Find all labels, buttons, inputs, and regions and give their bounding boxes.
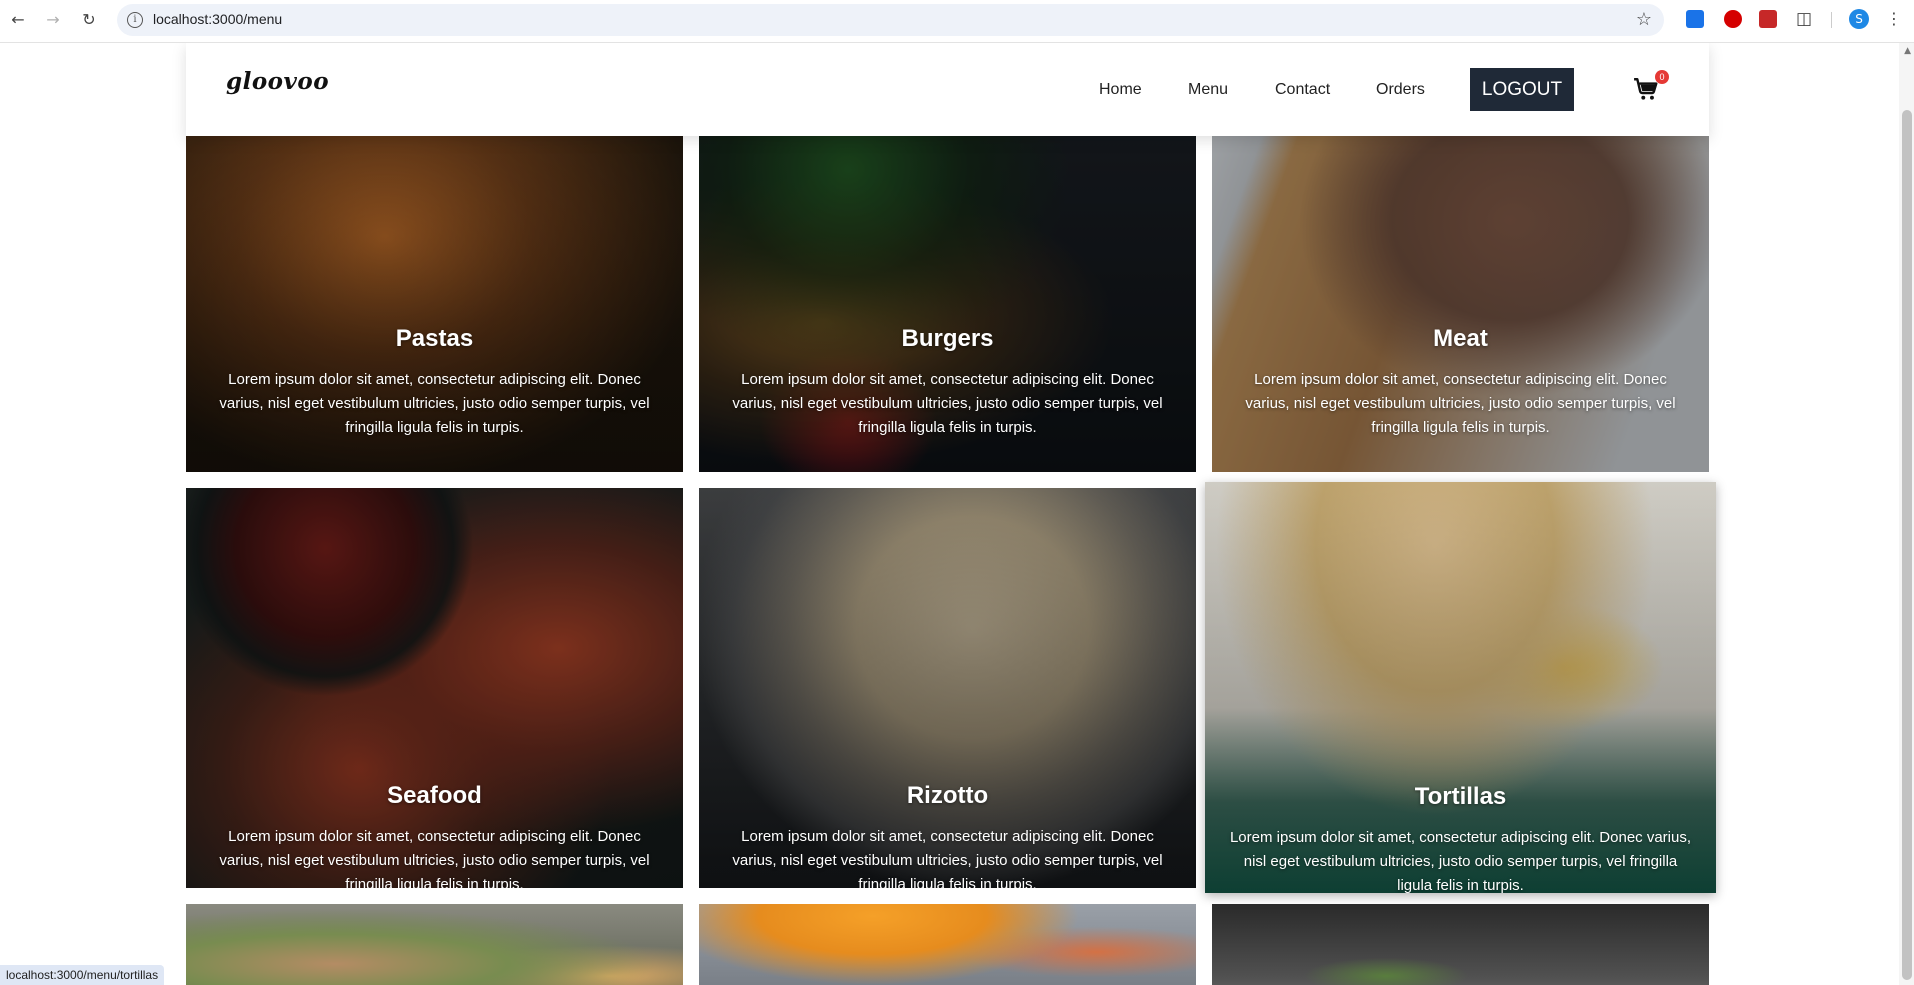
card-description: Lorem ipsum dolor sit amet, consectetur … (732, 828, 1163, 888)
nav-link-contact[interactable]: Contact (1275, 81, 1330, 99)
browser-menu-icon[interactable]: ⋮ (1886, 8, 1902, 30)
menu-card-salad[interactable] (186, 904, 683, 985)
extension-opera-icon[interactable] (1724, 10, 1742, 28)
browser-toolbar: ← → ↻ i localhost:3000/menu ☆ ◫ S ⋮ (0, 0, 1914, 43)
page-scrollbar[interactable]: ▲ (1899, 43, 1914, 985)
menu-card-pastas[interactable]: Pastas Lorem ipsum dolor sit amet, conse… (186, 136, 683, 472)
card-description: Lorem ipsum dolor sit amet, consectetur … (219, 371, 650, 436)
status-bar-link-preview: localhost:3000/menu/tortillas (0, 965, 165, 985)
logout-button[interactable]: LOGOUT (1470, 68, 1574, 111)
bookmark-star-icon[interactable]: ☆ (1636, 9, 1652, 30)
forward-arrow-icon[interactable]: → (42, 9, 64, 31)
card-title: Seafood (387, 782, 482, 809)
card-title: Burgers (901, 325, 994, 352)
menu-card-desserts[interactable] (1212, 904, 1709, 985)
site-info-icon[interactable]: i (127, 12, 143, 28)
desserts-image (1212, 904, 1709, 985)
menu-card-drinks[interactable] (699, 904, 1196, 985)
scrollbar-thumb[interactable] (1902, 110, 1912, 980)
address-bar-url[interactable]: localhost:3000/menu (153, 11, 282, 27)
nav-link-orders[interactable]: Orders (1376, 81, 1425, 99)
extension-translate-icon[interactable] (1686, 10, 1704, 28)
address-bar[interactable]: i localhost:3000/menu ☆ (117, 4, 1664, 36)
card-title: Meat (1433, 325, 1488, 352)
card-title: Tortillas (1414, 783, 1507, 810)
salad-image (186, 904, 683, 985)
reload-icon[interactable]: ↻ (78, 9, 100, 31)
menu-card-seafood[interactable]: Seafood Lorem ipsum dolor sit amet, cons… (186, 488, 683, 888)
card-description: Lorem ipsum dolor sit amet, consectetur … (1229, 829, 1692, 893)
site-logo[interactable]: gloovoo (226, 68, 329, 95)
drinks-image (699, 904, 1196, 985)
cart-count-badge: 0 (1655, 70, 1669, 84)
menu-card-burgers[interactable]: Burgers Lorem ipsum dolor sit amet, cons… (699, 136, 1196, 472)
site-header: gloovoo Home Menu Contact Orders LOGOUT … (186, 43, 1709, 136)
scroll-up-arrow-icon[interactable]: ▲ (1904, 46, 1911, 56)
extensions-puzzle-icon[interactable]: ◫ (1796, 10, 1814, 28)
extension-red-icon[interactable] (1759, 10, 1777, 28)
page-viewport: gloovoo Home Menu Contact Orders LOGOUT … (0, 43, 1914, 985)
toolbar-divider (1831, 12, 1832, 28)
card-description: Lorem ipsum dolor sit amet, consectetur … (1245, 371, 1676, 436)
back-arrow-icon[interactable]: ← (7, 9, 29, 31)
card-title: Pastas (395, 325, 474, 352)
menu-card-tortillas[interactable]: Tortillas Lorem ipsum dolor sit amet, co… (1205, 482, 1716, 893)
card-title: Rizotto (906, 782, 989, 809)
profile-avatar[interactable]: S (1849, 9, 1869, 29)
card-description: Lorem ipsum dolor sit amet, consectetur … (219, 828, 650, 888)
nav-link-home[interactable]: Home (1099, 81, 1142, 99)
menu-card-meat[interactable]: Meat Lorem ipsum dolor sit amet, consect… (1212, 136, 1709, 472)
card-description: Lorem ipsum dolor sit amet, consectetur … (732, 371, 1163, 436)
menu-card-rizotto[interactable]: Rizotto Lorem ipsum dolor sit amet, cons… (699, 488, 1196, 888)
nav-link-menu[interactable]: Menu (1188, 81, 1228, 99)
